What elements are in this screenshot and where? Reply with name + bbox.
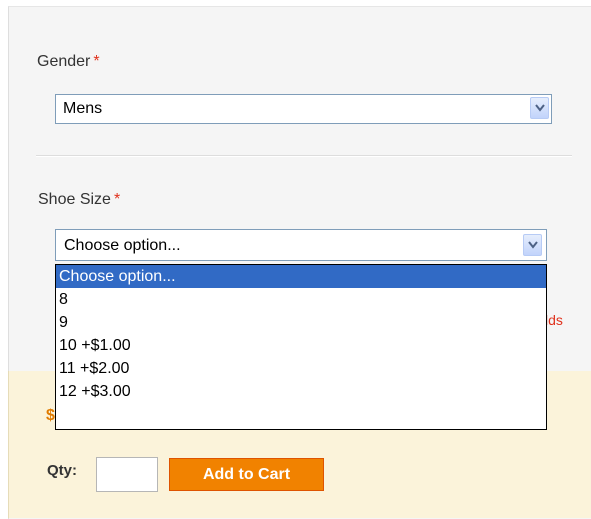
shoe-size-label: Shoe Size * — [38, 191, 120, 209]
divider — [36, 155, 572, 157]
price: $ — [46, 407, 55, 424]
chevron-down-icon[interactable] — [523, 234, 542, 256]
required-fields-note: lds — [545, 312, 563, 328]
option-8[interactable]: 8 — [56, 288, 546, 311]
chevron-down-icon[interactable] — [530, 97, 549, 119]
option-10[interactable]: 10 +$1.00 — [56, 334, 546, 357]
qty-input[interactable] — [96, 457, 158, 492]
option-choose[interactable]: Choose option... — [56, 265, 546, 288]
option-11[interactable]: 11 +$2.00 — [56, 357, 546, 380]
required-star: * — [93, 53, 100, 70]
gender-label-text: Gender — [37, 53, 91, 70]
shoe-size-label-text: Shoe Size — [38, 191, 111, 208]
qty-label: Qty: — [47, 462, 77, 479]
gender-label: Gender * — [37, 53, 100, 71]
required-star: * — [113, 191, 121, 208]
shoe-size-dropdown-list[interactable]: Choose option... 8 9 10 +$1.00 11 +$2.00… — [55, 264, 547, 430]
add-to-cart-button[interactable]: Add to Cart — [169, 458, 324, 491]
option-12[interactable]: 12 +$3.00 — [56, 380, 546, 403]
gender-select-value: Mens — [63, 100, 103, 117]
option-9[interactable]: 9 — [56, 311, 546, 334]
shoe-size-select[interactable]: Choose option... — [55, 229, 547, 261]
gender-select[interactable]: Mens — [55, 94, 552, 124]
shoe-size-select-value: Choose option... — [64, 237, 181, 254]
